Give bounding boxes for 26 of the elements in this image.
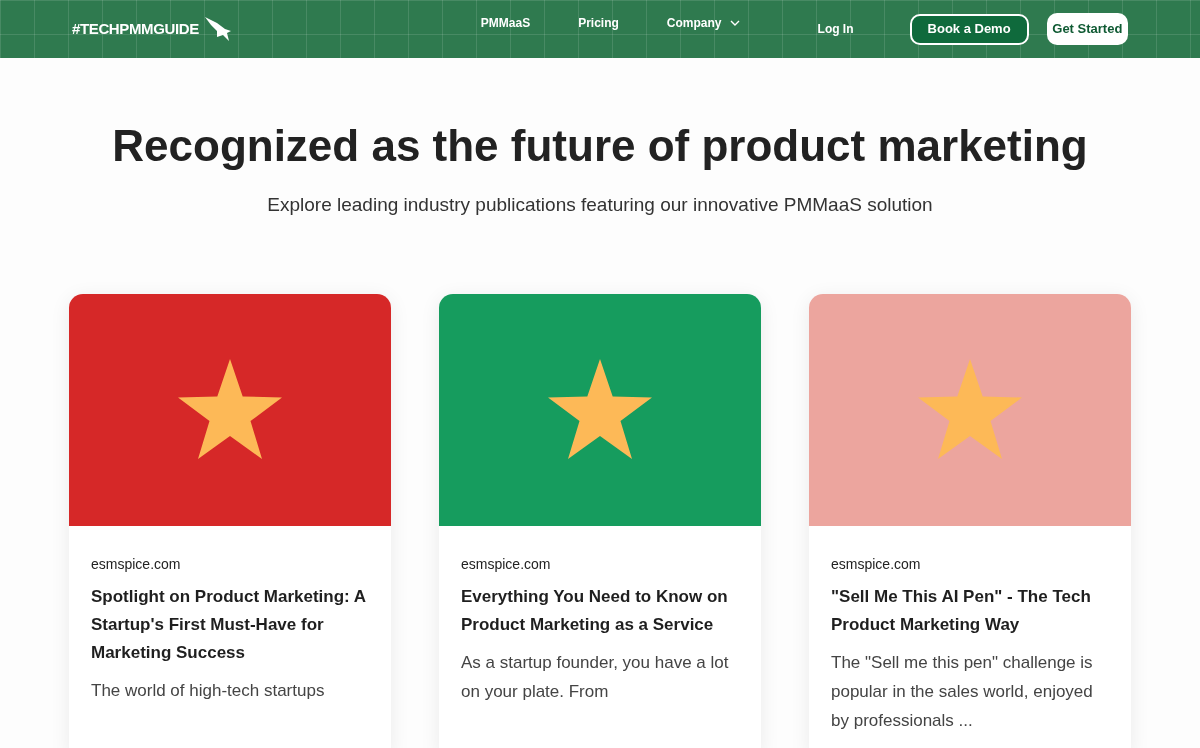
article-excerpt: The world of high-tech startups [91,679,326,702]
article-excerpt: The "Sell me this pen" challenge is popular in the sales world, enjoyed by professionals ... [831,651,1094,732]
star-icon [916,358,1024,461]
article-card[interactable]: esmspice.com "Sell Me This AI Pen" - The Tech Product Marketing Way The "Sell me this pen" challenge is popular in the sales world, enjoyed by professionals ... [809,293,1131,748]
nav-link[interactable]: PMMaaS [480,14,531,32]
article-card[interactable]: esmspice.com Everything You Need to Know on Product Marketing as a Service As a startup founder, you have a lot on your plate. From [439,293,761,748]
page-subtitle: Explore leading industry publications featuring our innovative PMMaaS solution [267,193,933,217]
book-demo-button[interactable]: Book a Demo [909,13,1029,45]
page-heading: Recognized as the future of product marketing [112,120,1088,172]
get-started-button[interactable]: Get Started [1046,13,1128,45]
nav-link[interactable]: Pricing [578,14,619,32]
star-icon [546,358,654,461]
article-title[interactable]: "Sell Me This AI Pen" - The Tech Product Marketing Way [831,582,1109,639]
rocket-icon [202,15,233,43]
article-card[interactable]: esmspice.com Spotlight on Product Marketing: A Startup's First Must-Have for Marketing Success The world of high-tech startups [69,293,391,748]
article-title[interactable]: Spotlight on Product Marketing: A Startup's First Must-Have for Marketing Success [91,582,369,667]
login-link[interactable]: Log In [817,20,854,38]
article-title[interactable]: Everything You Need to Know on Product Marketing as a Service [461,582,739,639]
chevron-down-icon [729,20,740,26]
article-excerpt: As a startup founder, you have a lot on your plate. From [461,651,730,703]
star-icon [176,358,284,461]
source-label: esmspice.com [461,554,552,574]
nav-link[interactable]: Company [666,14,740,32]
logo-text[interactable]: #TECHPMMGUIDE [72,17,199,41]
source-label: esmspice.com [91,554,182,574]
source-label: esmspice.com [831,554,922,574]
